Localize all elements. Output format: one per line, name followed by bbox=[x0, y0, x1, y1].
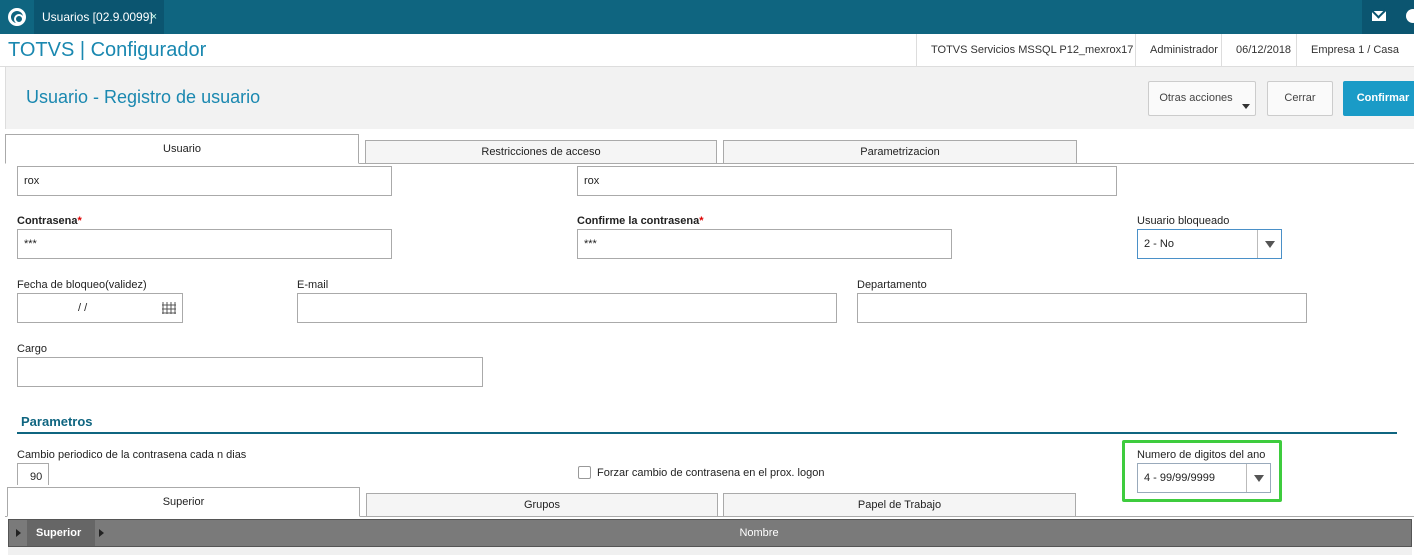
department-field[interactable] bbox=[857, 293, 1307, 323]
dropdown-arrow-icon[interactable] bbox=[1257, 230, 1281, 258]
top-bar: Usuarios [02.9.0099] × bbox=[0, 0, 1414, 34]
user-icon[interactable] bbox=[1406, 9, 1414, 23]
environment-info: TOTVS Servicios MSSQL P12_mexrox17 bbox=[916, 34, 1133, 67]
department-label: Departamento bbox=[857, 279, 927, 291]
block-date-field[interactable]: / / bbox=[17, 293, 183, 323]
other-actions-label: Otras acciones bbox=[1159, 92, 1233, 104]
tab-usuario[interactable]: Usuario bbox=[5, 134, 359, 164]
block-date-value: / / bbox=[78, 302, 88, 314]
parametros-section-header: Parametros bbox=[17, 412, 1397, 434]
date-info: 06/12/2018 bbox=[1221, 34, 1291, 67]
tab-grupos[interactable]: Grupos bbox=[366, 493, 718, 517]
close-button[interactable]: Cerrar bbox=[1267, 81, 1333, 116]
main-tabs: Usuario Restricciones de acceso Parametr… bbox=[5, 134, 1414, 164]
bottom-tabs: Superior Grupos Papel de Trabajo bbox=[5, 487, 1414, 517]
expand-arrow-icon[interactable] bbox=[16, 529, 21, 537]
close-tab-icon[interactable]: × bbox=[151, 0, 157, 34]
expand-arrow-icon[interactable] bbox=[99, 529, 104, 537]
blocked-label: Usuario bloqueado bbox=[1137, 215, 1230, 227]
totvs-logo-icon[interactable] bbox=[8, 8, 26, 26]
company-info: Empresa 1 / Casa Mat bbox=[1296, 34, 1414, 89]
tab-papel-de-trabajo[interactable]: Papel de Trabajo bbox=[723, 493, 1076, 517]
grid-col-nombre[interactable]: Nombre bbox=[109, 520, 1409, 546]
blocked-value: 2 - No bbox=[1144, 238, 1174, 250]
chevron-down-icon bbox=[1242, 104, 1250, 109]
password-label: Contrasena* bbox=[17, 215, 82, 227]
user-name-field[interactable]: rox bbox=[577, 166, 1117, 196]
confirm-password-field[interactable]: *** bbox=[577, 229, 952, 259]
blocked-select[interactable]: 2 - No bbox=[1137, 229, 1282, 259]
password-change-days-field[interactable]: 90 bbox=[17, 463, 49, 485]
page-title: Usuario - Registro de usuario bbox=[26, 87, 261, 107]
parametros-title: Parametros bbox=[21, 414, 93, 429]
password-field[interactable]: *** bbox=[17, 229, 392, 259]
block-date-label: Fecha de bloqueo(validez) bbox=[17, 279, 147, 291]
year-digits-value: 4 - 99/99/9999 bbox=[1144, 472, 1215, 484]
window-tab-label: Usuarios [02.9.0099] bbox=[42, 10, 153, 24]
mail-icon[interactable] bbox=[1372, 11, 1386, 21]
tab-parametrizacion[interactable]: Parametrizacion bbox=[723, 140, 1077, 164]
app-header: TOTVS | Configurador TOTVS Servicios MSS… bbox=[0, 34, 1414, 89]
page-toolbar: Usuario - Registro de usuario Otras acci… bbox=[5, 67, 1414, 129]
force-change-checkbox[interactable] bbox=[578, 466, 591, 479]
user-info: Administrador bbox=[1135, 34, 1218, 67]
tab-restricciones[interactable]: Restricciones de acceso bbox=[365, 140, 717, 164]
email-field[interactable] bbox=[297, 293, 837, 323]
force-change-label: Forzar cambio de contrasena en el prox. … bbox=[597, 467, 825, 479]
cargo-label: Cargo bbox=[17, 343, 47, 355]
confirm-password-label: Confirme la contrasena* bbox=[577, 215, 704, 227]
top-right-tools bbox=[1362, 0, 1414, 34]
grid-body bbox=[8, 547, 1412, 555]
email-label: E-mail bbox=[297, 279, 329, 291]
cargo-field[interactable] bbox=[17, 357, 483, 387]
tab-superior[interactable]: Superior bbox=[7, 487, 360, 517]
superior-grid-header: Superior Nombre bbox=[8, 519, 1412, 547]
confirm-button[interactable]: Confirmar bbox=[1343, 81, 1414, 116]
password-change-label: Cambio periodico de la contrasena cada n… bbox=[17, 449, 247, 461]
window-tab[interactable]: Usuarios [02.9.0099] × bbox=[34, 0, 164, 34]
year-digits-label: Numero de digitos del ano bbox=[1137, 449, 1266, 461]
user-id-field[interactable]: rox bbox=[17, 166, 392, 196]
calendar-icon[interactable] bbox=[162, 302, 176, 314]
other-actions-button[interactable]: Otras acciones bbox=[1148, 81, 1256, 116]
grid-col-superior[interactable]: Superior bbox=[27, 520, 95, 546]
app-title: TOTVS | Configurador bbox=[8, 39, 207, 61]
